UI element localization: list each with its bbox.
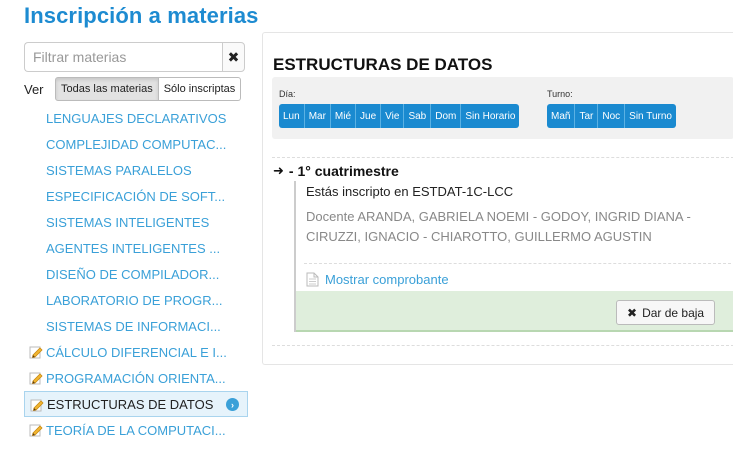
divider <box>272 157 733 158</box>
subject-item[interactable]: ESPECIFICACIÓN DE SOFT... <box>24 183 248 209</box>
enrollment-status: Estás inscripto en ESTDAT-1C-LCC <box>306 184 514 199</box>
subject-label: SISTEMAS DE INFORMACI... <box>46 318 221 334</box>
day-filter-button[interactable]: Lun <box>279 104 305 128</box>
subject-label: TEORÍA DE LA COMPUTACI... <box>46 422 226 438</box>
subject-label: DISEÑO DE COMPILADOR... <box>46 266 220 282</box>
subject-item[interactable]: CÁLCULO DIFERENCIAL E I... <box>24 339 248 365</box>
subject-item[interactable]: COMPLEJIDAD COMPUTAC... <box>24 131 248 157</box>
pencil-icon <box>29 372 43 385</box>
day-filter-button[interactable]: Dom <box>431 104 462 128</box>
schedule-filters: Día: Lun Mar Mié Jue Vie Sab Dom Sin Horario Tu… <box>272 77 733 139</box>
subject-label: ESTRUCTURAS DE DATOS <box>47 396 214 412</box>
subject-item[interactable]: ESTRUCTURAS DE DATOS › <box>24 391 248 417</box>
subject-item[interactable]: LENGUAJES DECLARATIVOS <box>24 105 248 131</box>
divider <box>272 345 733 346</box>
shift-filter-button[interactable]: Noc <box>598 104 626 128</box>
subject-label: LABORATORIO DE PROGR... <box>46 292 223 308</box>
subject-label: CÁLCULO DIFERENCIAL E I... <box>46 344 227 360</box>
view-toggle-row: Ver Todas las materias Sólo inscriptas <box>24 77 242 101</box>
day-filter-button[interactable]: Sab <box>404 104 432 128</box>
subject-item[interactable]: DISEÑO DE COMPILADOR... <box>24 261 248 287</box>
subject-list: LENGUAJES DECLARATIVOS COMPLEJIDAD COMPUT… <box>24 105 248 443</box>
subject-label: SISTEMAS PARALELOS <box>46 162 192 178</box>
enrollment-actions: ✖ Dar de baja <box>296 291 733 332</box>
subject-label: LENGUAJES DECLARATIVOS <box>46 110 227 126</box>
subject-item[interactable]: SISTEMAS INTELIGENTES <box>24 209 248 235</box>
enrollment-box: Estás inscripto en ESTDAT-1C-LCC Docente… <box>294 181 733 332</box>
subject-label: AGENTES INTELIGENTES ... <box>46 240 221 256</box>
divider <box>304 263 733 264</box>
view-label: Ver <box>24 81 44 97</box>
unenroll-label: Dar de baja <box>642 305 705 320</box>
day-filter-button[interactable]: Vie <box>381 104 405 128</box>
view-enrolled-button[interactable]: Sólo inscriptas <box>158 77 242 101</box>
period-label: - 1° cuatrimestre <box>288 163 399 179</box>
day-filter-button[interactable]: Mar <box>304 104 331 128</box>
document-icon <box>306 272 319 287</box>
course-title: ESTRUCTURAS DE DATOS <box>273 55 493 74</box>
shift-filter-button[interactable]: Sin Turno <box>625 104 676 128</box>
teachers-text: Docente ARANDA, GABRIELA NOEMI - GODOY, … <box>306 209 691 244</box>
subject-label: COMPLEJIDAD COMPUTAC... <box>46 136 227 152</box>
pencil-icon <box>29 346 43 359</box>
arrow-right-icon: ➜ <box>273 163 284 178</box>
chevron-right-icon: › <box>226 398 239 411</box>
course-panel: ESTRUCTURAS DE DATOS Día: Lun Mar Mié Jue Vi… <box>262 32 733 365</box>
shift-filter-button[interactable]: Mañ <box>547 104 576 128</box>
unenroll-button[interactable]: ✖ Dar de baja <box>616 300 716 325</box>
shift-filter-group: Mañ Tar Noc Sin Turno <box>547 104 676 128</box>
subject-item[interactable]: SISTEMAS DE INFORMACI... <box>24 313 248 339</box>
clear-filter-button[interactable]: ✖ <box>222 42 245 72</box>
close-icon: ✖ <box>227 48 240 65</box>
day-label: Día: <box>279 89 296 99</box>
show-receipt-label: Mostrar comprobante <box>325 272 449 287</box>
subject-item[interactable]: LABORATORIO DE PROGR... <box>24 287 248 313</box>
subject-item[interactable]: AGENTES INTELIGENTES ... <box>24 235 248 261</box>
period-heading: ➜ - 1° cuatrimestre <box>273 163 399 179</box>
subject-item[interactable]: PROGRAMACIÓN ORIENTA... <box>24 365 248 391</box>
subject-label: SISTEMAS INTELIGENTES <box>46 214 210 230</box>
subject-item[interactable]: TEORÍA DE LA COMPUTACI... <box>24 417 248 443</box>
subject-label: ESPECIFICACIÓN DE SOFT... <box>46 188 226 204</box>
show-receipt-link[interactable]: Mostrar comprobante <box>306 272 449 287</box>
filter-input[interactable] <box>24 42 222 72</box>
shift-filter-button[interactable]: Tar <box>575 104 599 128</box>
pencil-icon <box>30 399 44 412</box>
page-title: Inscripción a materias <box>24 3 259 28</box>
day-filter-button[interactable]: Mié <box>330 104 357 128</box>
pencil-icon <box>29 424 43 437</box>
view-all-button[interactable]: Todas las materias <box>55 77 159 101</box>
day-filter-button[interactable]: Sin Horario <box>461 104 520 128</box>
view-toggle: Todas las materias Sólo inscriptas <box>55 77 242 101</box>
day-filter-button[interactable]: Jue <box>356 104 382 128</box>
day-filter-group: Lun Mar Mié Jue Vie Sab Dom Sin Horario <box>279 104 520 128</box>
shift-label: Turno: <box>547 89 573 99</box>
subject-label: PROGRAMACIÓN ORIENTA... <box>46 370 226 386</box>
close-icon: ✖ <box>627 305 638 320</box>
filter-group: ✖ <box>24 42 245 72</box>
subject-item[interactable]: SISTEMAS PARALELOS <box>24 157 248 183</box>
